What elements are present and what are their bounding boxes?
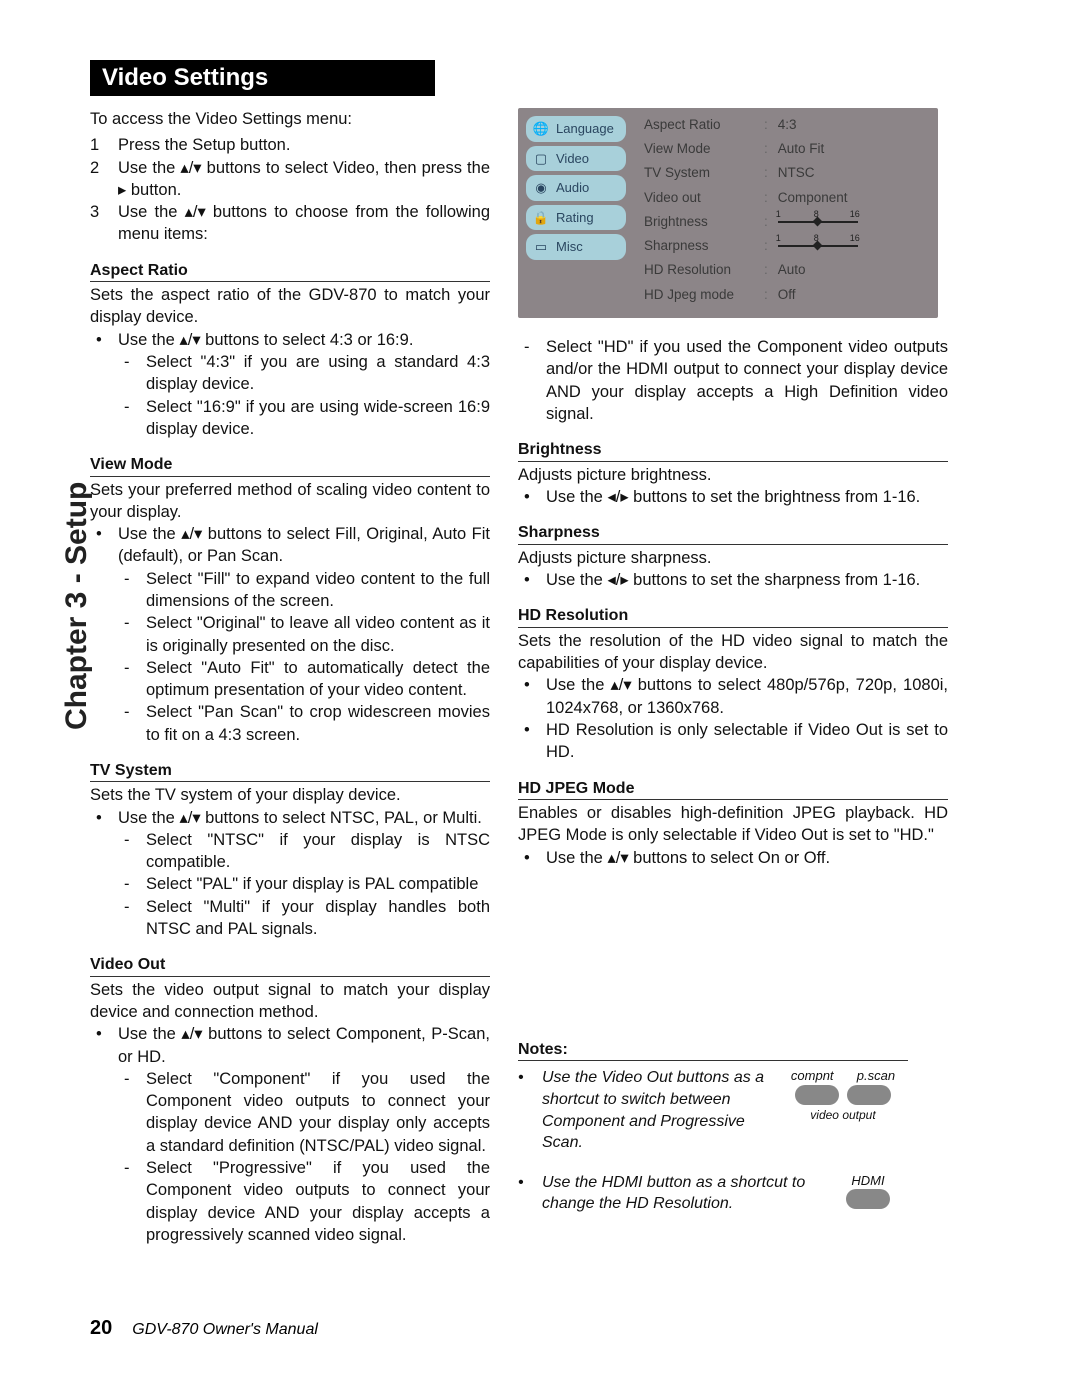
tv-bullet: Use the ▴/▾ buttons to select NTSC, PAL,… [118, 807, 490, 829]
notes-heading: Notes: [518, 1039, 908, 1062]
osd-key-bright: Brightness [644, 213, 764, 231]
note-1-icons: compnt p.scan video output [778, 1067, 908, 1153]
osd-key-tv: TV System [644, 164, 764, 182]
aspect-ratio-heading: Aspect Ratio [90, 260, 490, 283]
step-2: Use the ▴/▾ buttons to select Video, the… [118, 157, 490, 202]
hdres-bullet2: HD Resolution is only selectable if Vide… [546, 719, 948, 764]
osd-tab-language: 🌐Language [526, 116, 626, 142]
intro-text: To access the Video Settings menu: [90, 108, 490, 130]
left-column: To access the Video Settings menu: 1Pres… [90, 108, 490, 1246]
osd-key-hdjpeg: HD Jpeg mode [644, 286, 764, 304]
hdres-desc: Sets the resolution of the HD video sign… [518, 630, 948, 675]
osd-screenshot: 🌐Language ▢Video ◉Audio 🔒Rating ▭Misc As… [518, 108, 938, 318]
notes-box: Notes: • Use the Video Out buttons as a … [518, 1039, 908, 1215]
osd-val-hdres: Auto [764, 261, 926, 279]
view-sub1: Select "Fill" to expand video content to… [146, 568, 490, 613]
footer: 20 GDV-870 Owner's Manual [90, 1317, 318, 1340]
note-1: Use the Video Out buttons as a shortcut … [542, 1067, 768, 1153]
osd-tab-rating: 🔒Rating [526, 205, 626, 231]
osd-val-tv: NTSC [764, 164, 926, 182]
video-out-desc: Sets the video output signal to match yo… [90, 979, 490, 1024]
vout-sub3: Select "HD" if you used the Component vi… [546, 336, 948, 425]
tv-sub3: Select "Multi" if your display handles b… [146, 896, 490, 941]
sharpness-heading: Sharpness [518, 522, 948, 545]
view-sub4: Select "Pan Scan" to crop widescreen mov… [146, 701, 490, 746]
osd-val-view: Auto Fit [764, 140, 926, 158]
osd-val-sharp: 1 8 16 [764, 237, 926, 255]
note-2: Use the HDMI button as a shortcut to cha… [542, 1172, 818, 1215]
sharpness-slider: 1 8 16 [778, 242, 858, 250]
step-1: Press the Setup button. [118, 134, 490, 156]
view-mode-desc: Sets your preferred method of scaling vi… [90, 479, 490, 524]
osd-val-bright: 1 8 16 [764, 213, 926, 231]
vout-sub2: Select "Progressive" if you used the Com… [146, 1157, 490, 1246]
speaker-icon: ◉ [532, 181, 550, 195]
tv-sub1: Select "NTSC" if your display is NTSC co… [146, 829, 490, 874]
view-sub3: Select "Auto Fit" to automatically detec… [146, 657, 490, 702]
osd-val-vout: Component [764, 189, 926, 207]
tv-icon: ▢ [532, 151, 550, 165]
manual-title: GDV-870 Owner's Manual [132, 1321, 318, 1339]
compnt-button-icon [795, 1085, 839, 1105]
sharp-bullet: Use the ◂/▸ buttons to set the sharpness… [546, 569, 948, 591]
aspect-bullet: Use the ▴/▾ buttons to select 4:3 or 16:… [118, 329, 490, 351]
hdres-heading: HD Resolution [518, 605, 948, 628]
brightness-desc: Adjusts picture brightness. [518, 464, 948, 486]
pscan-button-icon [847, 1085, 891, 1105]
view-mode-heading: View Mode [90, 454, 490, 477]
aspect-sub1: Select "4:3" if you are using a standard… [146, 351, 490, 396]
hdjpeg-desc: Enables or disables high-definition JPEG… [518, 802, 948, 847]
osd-key-hdres: HD Resolution [644, 261, 764, 279]
page-number: 20 [90, 1317, 112, 1340]
osd-tab-video: ▢Video [526, 146, 626, 172]
brightness-heading: Brightness [518, 439, 948, 462]
globe-icon: 🌐 [532, 122, 550, 136]
note-2-icons: HDMI [828, 1172, 908, 1215]
misc-icon: ▭ [532, 240, 550, 254]
aspect-ratio-desc: Sets the aspect ratio of the GDV-870 to … [90, 284, 490, 329]
lock-icon: 🔒 [532, 210, 550, 224]
tv-system-desc: Sets the TV system of your display devic… [90, 784, 490, 806]
tv-sub2: Select "PAL" if your display is PAL comp… [146, 873, 490, 895]
osd-key-view: View Mode [644, 140, 764, 158]
view-sub2: Select "Original" to leave all video con… [146, 612, 490, 657]
step-3: Use the ▴/▾ buttons to choose from the f… [118, 201, 490, 246]
osd-tab-audio: ◉Audio [526, 175, 626, 201]
bright-bullet: Use the ◂/▸ buttons to set the brightnes… [546, 486, 948, 508]
aspect-sub2: Select "16:9" if you are using wide-scre… [146, 396, 490, 441]
tv-system-heading: TV System [90, 760, 490, 783]
brightness-slider: 1 8 16 [778, 218, 858, 226]
osd-val-aspect: 4:3 [764, 116, 926, 134]
vout-bullet: Use the ▴/▾ buttons to select Component,… [118, 1023, 490, 1068]
hdjpeg-bullet: Use the ▴/▾ buttons to select On or Off. [546, 847, 948, 869]
view-bullet: Use the ▴/▾ buttons to select Fill, Orig… [118, 523, 490, 568]
vout-sub1: Select "Component" if you used the Compo… [146, 1068, 490, 1157]
chapter-label: Chapter 3 - Setup [60, 482, 94, 730]
hdjpeg-heading: HD JPEG Mode [518, 778, 948, 801]
osd-val-hdjpeg: Off [764, 286, 926, 304]
video-out-heading: Video Out [90, 954, 490, 977]
right-column: 🌐Language ▢Video ◉Audio 🔒Rating ▭Misc As… [518, 108, 948, 1246]
sharpness-desc: Adjusts picture sharpness. [518, 547, 948, 569]
hdres-bullet1: Use the ▴/▾ buttons to select 480p/576p,… [546, 674, 948, 719]
osd-key-sharp: Sharpness [644, 237, 764, 255]
osd-key-aspect: Aspect Ratio [644, 116, 764, 134]
osd-key-vout: Video out [644, 189, 764, 207]
osd-tab-misc: ▭Misc [526, 234, 626, 260]
page-title: Video Settings [90, 60, 435, 96]
hdmi-button-icon [846, 1189, 890, 1209]
